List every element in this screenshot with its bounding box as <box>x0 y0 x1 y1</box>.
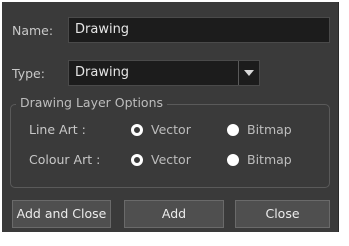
radio-unselected-icon <box>227 123 239 136</box>
radio-selected-icon <box>131 123 143 136</box>
drawing-layer-options-group <box>10 104 330 188</box>
type-dropdown-value: Drawing <box>75 65 130 80</box>
colour-art-label: Colour Art : <box>29 152 101 167</box>
radio-label: Bitmap <box>247 122 292 137</box>
new-layer-dialog: Name: Drawing Type: Drawing Drawing Laye… <box>2 2 339 232</box>
dropdown-arrow-button[interactable] <box>238 61 259 85</box>
radio-label: Vector <box>151 122 191 137</box>
chevron-down-icon <box>244 70 254 76</box>
radio-label: Vector <box>151 152 191 167</box>
name-label: Name: <box>12 23 54 38</box>
colour-art-bitmap-radio[interactable]: Bitmap <box>227 152 292 167</box>
type-dropdown[interactable]: Drawing <box>68 60 260 86</box>
group-title: Drawing Layer Options <box>16 95 168 111</box>
add-button[interactable]: Add <box>124 200 224 228</box>
close-button[interactable]: Close <box>235 200 330 228</box>
line-art-bitmap-radio[interactable]: Bitmap <box>227 122 292 137</box>
type-label: Type: <box>12 66 45 81</box>
radio-selected-icon <box>131 153 143 166</box>
line-art-label: Line Art : <box>29 122 86 137</box>
colour-art-vector-radio[interactable]: Vector <box>131 152 191 167</box>
add-and-close-button[interactable]: Add and Close <box>12 200 111 228</box>
radio-label: Bitmap <box>247 152 292 167</box>
radio-unselected-icon <box>227 153 239 166</box>
line-art-vector-radio[interactable]: Vector <box>131 122 191 137</box>
name-input[interactable]: Drawing <box>68 17 330 43</box>
